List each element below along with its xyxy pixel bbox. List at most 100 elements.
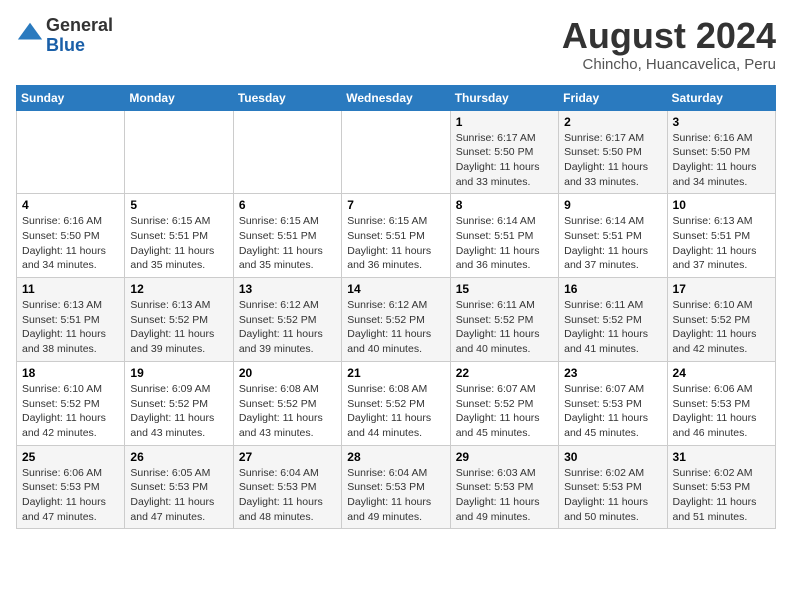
day-info: Sunrise: 6:16 AM Sunset: 5:50 PM Dayligh…	[22, 214, 119, 273]
calendar-cell: 5 Sunrise: 6:15 AM Sunset: 5:51 PM Daylig…	[125, 194, 233, 278]
calendar-cell: 23Sunrise: 6:07 AM Sunset: 5:53 PM Dayli…	[559, 361, 667, 445]
calendar-cell: 19 Sunrise: 6:09 AM Sunset: 5:52 PM Dayli…	[125, 361, 233, 445]
day-info: Sunrise: 6:10 AM Sunset: 5:52 PM Dayligh…	[673, 298, 770, 357]
day-info: Sunrise: 6:15 AM Sunset: 5:51 PM Dayligh…	[239, 214, 336, 273]
day-info: Sunrise: 6:12 AM Sunset: 5:52 PM Dayligh…	[239, 298, 336, 357]
day-info: Sunrise: 6:04 AM Sunset: 5:53 PM Dayligh…	[239, 466, 336, 525]
calendar-cell: 15 Sunrise: 6:11 AM Sunset: 5:52 PM Dayli…	[450, 278, 558, 362]
calendar-cell: 6 Sunrise: 6:15 AM Sunset: 5:51 PM Daylig…	[233, 194, 341, 278]
weekday-header-wednesday: Wednesday	[342, 85, 450, 110]
day-info: Sunrise: 6:17 AM Sunset: 5:50 PM Dayligh…	[564, 131, 661, 190]
calendar-cell	[342, 110, 450, 194]
calendar-cell: 3 Sunrise: 6:16 AM Sunset: 5:50 PM Daylig…	[667, 110, 775, 194]
calendar-cell: 26 Sunrise: 6:05 AM Sunset: 5:53 PM Dayli…	[125, 445, 233, 529]
day-number: 27	[239, 450, 336, 464]
day-number: 24	[673, 366, 770, 380]
day-number: 4	[22, 198, 119, 212]
weekday-header-row: SundayMondayTuesdayWednesdayThursdayFrid…	[17, 85, 776, 110]
day-info: Sunrise: 6:08 AM Sunset: 5:52 PM Dayligh…	[347, 382, 444, 441]
day-number: 6	[239, 198, 336, 212]
weekday-header-friday: Friday	[559, 85, 667, 110]
day-info: Sunrise: 6:04 AM Sunset: 5:53 PM Dayligh…	[347, 466, 444, 525]
calendar-cell: 16 Sunrise: 6:11 AM Sunset: 5:52 PM Dayli…	[559, 278, 667, 362]
calendar-cell	[17, 110, 125, 194]
day-number: 5	[130, 198, 227, 212]
calendar-cell: 14 Sunrise: 6:12 AM Sunset: 5:52 PM Dayli…	[342, 278, 450, 362]
calendar-week-row: 11Sunrise: 6:13 AM Sunset: 5:51 PM Dayli…	[17, 278, 776, 362]
day-info: Sunrise: 6:06 AM Sunset: 5:53 PM Dayligh…	[22, 466, 119, 525]
calendar-cell: 9 Sunrise: 6:14 AM Sunset: 5:51 PM Daylig…	[559, 194, 667, 278]
day-number: 3	[673, 115, 770, 129]
day-info: Sunrise: 6:12 AM Sunset: 5:52 PM Dayligh…	[347, 298, 444, 357]
day-number: 19	[130, 366, 227, 380]
calendar-cell: 29Sunrise: 6:03 AM Sunset: 5:53 PM Dayli…	[450, 445, 558, 529]
day-number: 30	[564, 450, 661, 464]
day-info: Sunrise: 6:11 AM Sunset: 5:52 PM Dayligh…	[564, 298, 661, 357]
day-info: Sunrise: 6:07 AM Sunset: 5:52 PM Dayligh…	[456, 382, 553, 441]
logo-text: General Blue	[46, 16, 113, 56]
day-info: Sunrise: 6:10 AM Sunset: 5:52 PM Dayligh…	[22, 382, 119, 441]
day-number: 22	[456, 366, 553, 380]
day-info: Sunrise: 6:08 AM Sunset: 5:52 PM Dayligh…	[239, 382, 336, 441]
day-info: Sunrise: 6:15 AM Sunset: 5:51 PM Dayligh…	[130, 214, 227, 273]
calendar-cell: 1Sunrise: 6:17 AM Sunset: 5:50 PM Daylig…	[450, 110, 558, 194]
day-info: Sunrise: 6:06 AM Sunset: 5:53 PM Dayligh…	[673, 382, 770, 441]
day-info: Sunrise: 6:16 AM Sunset: 5:50 PM Dayligh…	[673, 131, 770, 190]
calendar-week-row: 18 Sunrise: 6:10 AM Sunset: 5:52 PM Dayli…	[17, 361, 776, 445]
calendar-cell: 21 Sunrise: 6:08 AM Sunset: 5:52 PM Dayli…	[342, 361, 450, 445]
calendar-cell: 25Sunrise: 6:06 AM Sunset: 5:53 PM Dayli…	[17, 445, 125, 529]
logo-icon	[16, 19, 44, 47]
day-info: Sunrise: 6:14 AM Sunset: 5:51 PM Dayligh…	[456, 214, 553, 273]
calendar-cell: 31Sunrise: 6:02 AM Sunset: 5:53 PM Dayli…	[667, 445, 775, 529]
calendar-cell: 13Sunrise: 6:12 AM Sunset: 5:52 PM Dayli…	[233, 278, 341, 362]
calendar-cell: 4 Sunrise: 6:16 AM Sunset: 5:50 PM Daylig…	[17, 194, 125, 278]
calendar-cell: 12Sunrise: 6:13 AM Sunset: 5:52 PM Dayli…	[125, 278, 233, 362]
day-info: Sunrise: 6:11 AM Sunset: 5:52 PM Dayligh…	[456, 298, 553, 357]
day-info: Sunrise: 6:05 AM Sunset: 5:53 PM Dayligh…	[130, 466, 227, 525]
day-number: 10	[673, 198, 770, 212]
calendar-cell	[125, 110, 233, 194]
calendar-cell: 22 Sunrise: 6:07 AM Sunset: 5:52 PM Dayli…	[450, 361, 558, 445]
day-number: 31	[673, 450, 770, 464]
page-header: General Blue August 2024 Chincho, Huanca…	[16, 16, 776, 73]
month-year: August 2024	[562, 16, 776, 56]
weekday-header-monday: Monday	[125, 85, 233, 110]
calendar-cell: 2 Sunrise: 6:17 AM Sunset: 5:50 PM Daylig…	[559, 110, 667, 194]
day-number: 16	[564, 282, 661, 296]
logo-blue: Blue	[46, 35, 85, 55]
day-info: Sunrise: 6:13 AM Sunset: 5:51 PM Dayligh…	[22, 298, 119, 357]
day-info: Sunrise: 6:02 AM Sunset: 5:53 PM Dayligh…	[564, 466, 661, 525]
day-number: 29	[456, 450, 553, 464]
day-info: Sunrise: 6:17 AM Sunset: 5:50 PM Dayligh…	[456, 131, 553, 190]
calendar-cell: 27 Sunrise: 6:04 AM Sunset: 5:53 PM Dayli…	[233, 445, 341, 529]
day-number: 15	[456, 282, 553, 296]
day-number: 14	[347, 282, 444, 296]
day-number: 9	[564, 198, 661, 212]
calendar-week-row: 25Sunrise: 6:06 AM Sunset: 5:53 PM Dayli…	[17, 445, 776, 529]
day-number: 12	[130, 282, 227, 296]
day-number: 21	[347, 366, 444, 380]
day-number: 18	[22, 366, 119, 380]
day-number: 2	[564, 115, 661, 129]
calendar-cell: 30 Sunrise: 6:02 AM Sunset: 5:53 PM Dayli…	[559, 445, 667, 529]
calendar-cell: 28 Sunrise: 6:04 AM Sunset: 5:53 PM Dayli…	[342, 445, 450, 529]
calendar-cell	[233, 110, 341, 194]
day-number: 26	[130, 450, 227, 464]
day-number: 8	[456, 198, 553, 212]
title-block: August 2024 Chincho, Huancavelica, Peru	[562, 16, 776, 73]
day-number: 7	[347, 198, 444, 212]
logo-general: General	[46, 15, 113, 35]
day-number: 28	[347, 450, 444, 464]
day-info: Sunrise: 6:14 AM Sunset: 5:51 PM Dayligh…	[564, 214, 661, 273]
day-info: Sunrise: 6:09 AM Sunset: 5:52 PM Dayligh…	[130, 382, 227, 441]
weekday-header-tuesday: Tuesday	[233, 85, 341, 110]
day-info: Sunrise: 6:07 AM Sunset: 5:53 PM Dayligh…	[564, 382, 661, 441]
calendar-week-row: 1Sunrise: 6:17 AM Sunset: 5:50 PM Daylig…	[17, 110, 776, 194]
weekday-header-sunday: Sunday	[17, 85, 125, 110]
logo: General Blue	[16, 16, 113, 56]
calendar-cell: 20Sunrise: 6:08 AM Sunset: 5:52 PM Dayli…	[233, 361, 341, 445]
calendar-cell: 11Sunrise: 6:13 AM Sunset: 5:51 PM Dayli…	[17, 278, 125, 362]
calendar-cell: 8 Sunrise: 6:14 AM Sunset: 5:51 PM Daylig…	[450, 194, 558, 278]
calendar-cell: 17Sunrise: 6:10 AM Sunset: 5:52 PM Dayli…	[667, 278, 775, 362]
calendar-week-row: 4 Sunrise: 6:16 AM Sunset: 5:50 PM Daylig…	[17, 194, 776, 278]
